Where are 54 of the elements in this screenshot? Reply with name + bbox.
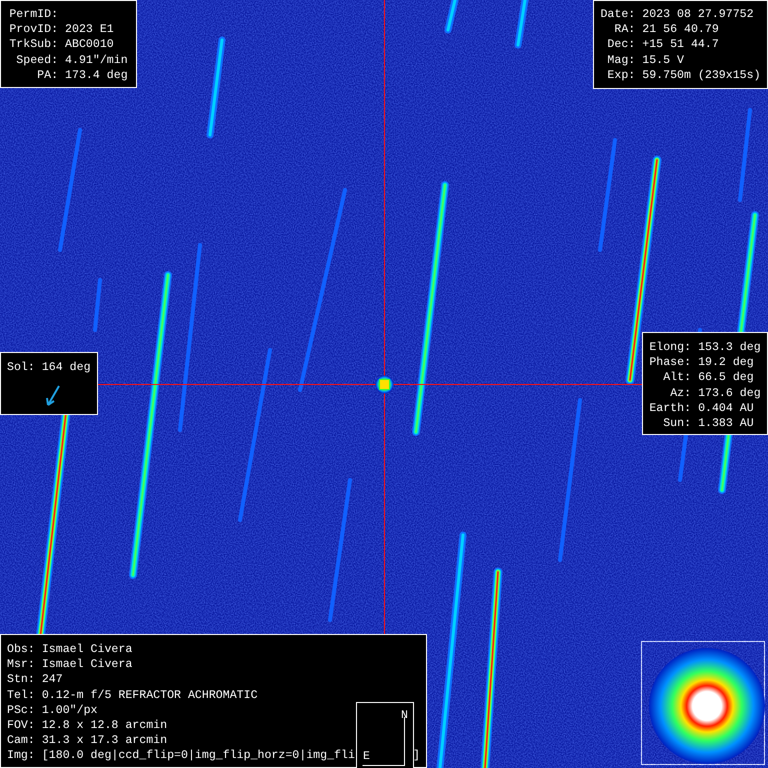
field-label: ProvID:: [8, 22, 58, 38]
field-value: 66.5 deg: [698, 370, 755, 386]
field-label: Obs:: [7, 642, 35, 658]
field-value: 59.750m (239x15s): [642, 68, 761, 84]
field-value: 4.91"/min: [65, 52, 129, 68]
field-value: 31.3 x 17.3 arcmin: [42, 733, 168, 748]
field-label: PA:: [36, 68, 58, 84]
field-value: [180.0 deg|ccd_flip=0|img_flip_horz=0|img_fli: [42, 748, 355, 764]
field-label: FOV:: [7, 718, 35, 734]
field-value: 173.4 deg: [65, 68, 129, 84]
east-label: E: [363, 749, 370, 764]
field-value: 21 56 40.79: [642, 22, 720, 38]
field-value: 164 deg: [42, 360, 91, 376]
field-label: Mag:: [606, 52, 636, 68]
field-label: Phase:: [649, 355, 692, 370]
field-label: Earth:: [649, 400, 692, 416]
field-label: Date:: [600, 7, 636, 22]
field-label: Img:: [7, 748, 35, 764]
field-value: 0.12-m f/5 REFRACTOR ACHROMATIC: [42, 688, 258, 703]
field-label: TrkSub:: [8, 37, 58, 53]
field-label: Exp:: [606, 68, 636, 84]
field-label: Az:: [669, 386, 692, 401]
field-value: 2023 E1: [65, 22, 115, 38]
north-label: N: [401, 708, 408, 724]
field-value: 153.3 deg: [698, 340, 761, 356]
field-label: Sun:: [662, 416, 692, 432]
field-value: +15 51 44.7: [642, 37, 720, 53]
field-value: 173.6 deg: [698, 386, 761, 401]
field-label: Dec:: [606, 37, 636, 53]
field-value: ]: [413, 748, 420, 764]
field-label: Cam:: [7, 733, 35, 748]
field-value: 247: [42, 672, 63, 688]
field-value: ABC0010: [65, 37, 115, 53]
field-value: 15.5 V: [642, 52, 685, 68]
field-value: 0.404 AU: [698, 400, 755, 416]
target-marker: [376, 376, 394, 394]
field-value: Ismael Civera: [42, 657, 132, 672]
field-value: 1.00"/px: [42, 702, 98, 718]
field-value: 2023 08 27.97752: [642, 7, 755, 22]
field-value: 19.2 deg: [698, 355, 755, 370]
field-label: Stn:: [7, 672, 35, 688]
field-label: Tel:: [7, 688, 35, 703]
field-value: 12.8 x 12.8 arcmin: [42, 718, 168, 734]
arrow-icon: [45, 385, 61, 408]
field-label: Sol:: [7, 360, 35, 376]
field-label: Speed:: [15, 52, 58, 68]
field-value: Ismael Civera: [42, 642, 132, 658]
field-label: Elong:: [649, 340, 692, 356]
field-label: Msr:: [7, 657, 35, 672]
field-label: PermID:: [8, 7, 58, 22]
field-value: 1.383 AU: [698, 416, 755, 432]
field-label: Alt:: [662, 370, 692, 386]
field-label: PSc:: [7, 702, 35, 718]
field-label: RA:: [613, 22, 636, 38]
